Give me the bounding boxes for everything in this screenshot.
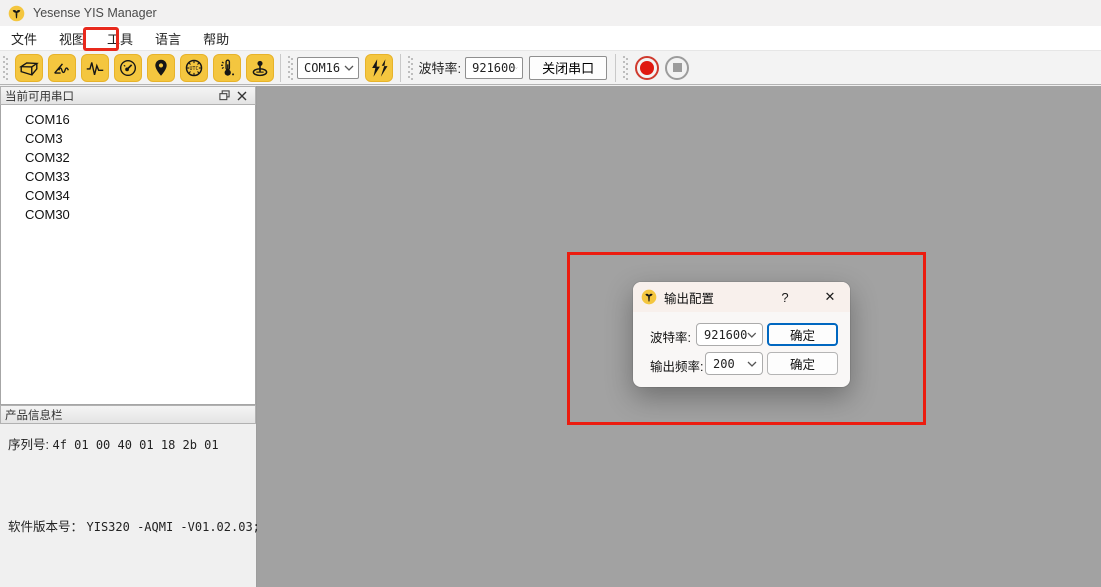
chevron-down-icon <box>747 361 757 367</box>
toolbar-separator <box>615 54 616 82</box>
toolbar-button-utc-time[interactable]: UTC <box>180 54 208 82</box>
stop-icon <box>673 63 682 72</box>
toolbar-grip[interactable] <box>288 56 293 80</box>
left-dock-panel: 当前可用串口 COM16 COM3 COM32 COM33 <box>0 86 257 587</box>
dialog-close-button[interactable]: ✕ <box>818 286 842 308</box>
toolbar-button-location[interactable] <box>147 54 175 82</box>
dialog-freq-confirm-button[interactable]: 确定 <box>767 352 838 375</box>
dialog-freq-value: 200 <box>713 357 735 371</box>
level-pin-icon <box>249 57 271 79</box>
chevron-down-icon <box>747 332 757 338</box>
toolbar-separator <box>400 54 401 82</box>
software-version-label: 软件版本号： <box>8 520 83 534</box>
dialog-baud-select[interactable]: 921600 <box>696 323 763 346</box>
menu-bar: 文件 视图 工具 语言 帮助 <box>0 26 1101 51</box>
app-window: Yesense YIS Manager 文件 视图 工具 语言 帮助 <box>0 0 1101 587</box>
port-select[interactable]: COM16 <box>297 57 359 79</box>
dialog-baud-confirm-button[interactable]: 确定 <box>767 323 838 346</box>
serial-port-list: COM16 COM3 COM32 COM33 COM34 COM30 <box>0 105 256 405</box>
stop-button[interactable] <box>665 56 689 80</box>
main-area: 当前可用串口 COM16 COM3 COM32 COM33 <box>0 86 1101 587</box>
menu-view[interactable]: 视图 <box>48 26 96 51</box>
port-select-value: COM16 <box>304 61 340 75</box>
dialog-title-bar[interactable]: 输出配置 ? ✕ <box>633 282 850 312</box>
toolbar-grip[interactable] <box>623 56 628 80</box>
waveform-icon <box>84 57 106 79</box>
port-list-item[interactable]: COM34 <box>1 186 255 205</box>
port-list-item[interactable]: COM30 <box>1 205 255 224</box>
refresh-bolts-icon <box>368 57 390 79</box>
menu-language[interactable]: 语言 <box>144 26 192 51</box>
ports-panel-title: 当前可用串口 <box>5 88 215 104</box>
location-pin-icon <box>150 57 172 79</box>
baud-rate-value: 921600 <box>472 61 515 75</box>
toolbar-button-temperature[interactable] <box>213 54 241 82</box>
chevron-down-icon <box>515 65 518 71</box>
svg-text:UTC: UTC <box>189 65 198 71</box>
float-panel-button[interactable] <box>215 88 233 103</box>
cube-3d-icon <box>18 57 40 79</box>
toolbar-button-gauge[interactable] <box>114 54 142 82</box>
attitude-angle-wave-icon <box>51 57 73 79</box>
chevron-down-icon <box>344 65 354 71</box>
float-panel-icon <box>219 90 230 101</box>
info-panel-title: 产品信息栏 <box>5 407 251 423</box>
utc-clock-icon: UTC <box>183 57 205 79</box>
software-version-value: YIS320 -AQMI -V01.02.03; <box>87 520 260 534</box>
toolbar-button-attitude[interactable] <box>48 54 76 82</box>
toolbar-button-level[interactable] <box>246 54 274 82</box>
port-list-item[interactable]: COM16 <box>1 110 255 129</box>
serial-number-label: 序列号: <box>8 438 49 452</box>
toolbar-grip[interactable] <box>408 56 413 80</box>
output-config-dialog: 输出配置 ? ✕ 波特率: 921600 确定 输出频率: 200 确定 <box>633 282 850 387</box>
window-title: Yesense YIS Manager <box>33 6 157 20</box>
toolbar-button-3d-view[interactable] <box>15 54 43 82</box>
menu-help[interactable]: 帮助 <box>192 26 240 51</box>
close-serial-port-button[interactable]: 关闭串口 <box>529 56 607 80</box>
toolbar: UTC COM16 <box>0 51 1101 85</box>
product-info-body: 序列号: 4f 01 00 40 01 18 2b 01 软件版本号： YIS3… <box>0 424 256 587</box>
baud-rate-select[interactable]: 921600 <box>465 57 523 79</box>
gauge-icon <box>117 57 139 79</box>
record-icon <box>640 61 654 75</box>
dialog-title: 输出配置 <box>664 288 766 307</box>
serial-number-row: 序列号: 4f 01 00 40 01 18 2b 01 <box>8 434 219 453</box>
menu-tools[interactable]: 工具 <box>96 26 144 51</box>
port-list-item[interactable]: COM32 <box>1 148 255 167</box>
temperature-icon <box>216 57 238 79</box>
dialog-baud-value: 921600 <box>704 328 747 342</box>
serial-number-value: 4f 01 00 40 01 18 2b 01 <box>52 438 218 452</box>
baud-rate-label: 波特率: <box>419 58 462 77</box>
close-icon <box>237 91 247 101</box>
dialog-baud-label: 波特率: <box>650 327 691 346</box>
port-list-item[interactable]: COM3 <box>1 129 255 148</box>
software-version-row: 软件版本号： YIS320 -AQMI -V01.02.03; <box>8 516 260 535</box>
ports-panel-header: 当前可用串口 <box>0 86 256 105</box>
dialog-freq-label: 输出频率: <box>650 356 703 375</box>
toolbar-button-waveform[interactable] <box>81 54 109 82</box>
toolbar-separator <box>280 54 281 82</box>
record-button[interactable] <box>635 56 659 80</box>
info-panel-header: 产品信息栏 <box>0 405 256 424</box>
app-logo-icon <box>641 289 657 305</box>
menu-file[interactable]: 文件 <box>0 26 48 51</box>
close-panel-button[interactable] <box>233 88 251 103</box>
dialog-help-button[interactable]: ? <box>773 286 797 308</box>
toolbar-grip[interactable] <box>3 56 8 80</box>
dialog-freq-select[interactable]: 200 <box>705 352 763 375</box>
refresh-ports-button[interactable] <box>365 54 393 82</box>
port-list-item[interactable]: COM33 <box>1 167 255 186</box>
app-logo-icon <box>8 5 25 22</box>
title-bar: Yesense YIS Manager <box>0 0 1101 26</box>
